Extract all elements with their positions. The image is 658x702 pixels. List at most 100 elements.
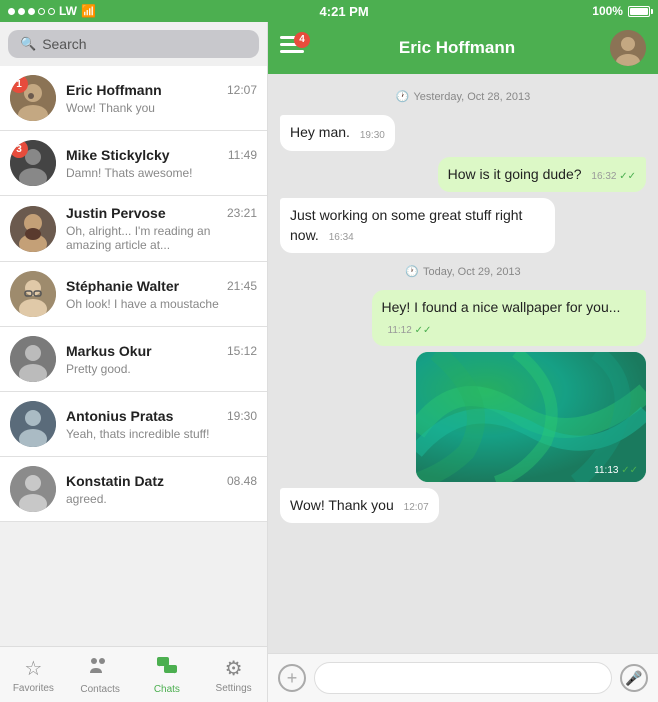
left-tab-bar: ☆ Favorites Contacts: [0, 646, 267, 702]
carrier-label: LW: [59, 4, 77, 18]
message-time: 16:34: [329, 232, 354, 243]
input-bar: + 🎤: [268, 653, 658, 702]
chat-preview: Pretty good.: [66, 362, 257, 376]
dot-2: [18, 8, 25, 15]
avatar: [10, 401, 56, 447]
chat-name-row: Justin Pervose 23:21: [66, 205, 257, 221]
chat-info: Justin Pervose 23:21 Oh, alright... I'm …: [66, 205, 257, 252]
avatar: 3: [10, 140, 56, 186]
signal-dots: [8, 8, 55, 15]
wifi-icon: 📶: [81, 4, 96, 18]
message-time: 12:07: [404, 502, 429, 513]
chat-info: Mike Stickylcky 11:49 Damn! Thats awesom…: [66, 147, 257, 180]
left-panel: 🔍 Search 1 Eric Hoffmann: [0, 22, 268, 702]
chat-name: Antonius Pratas: [66, 408, 173, 424]
tab-favorites[interactable]: ☆ Favorites: [0, 647, 67, 702]
message-text: Hey! I found a nice wallpaper for you...: [382, 299, 621, 315]
dot-5: [48, 8, 55, 15]
chat-name: Stéphanie Walter: [66, 278, 179, 294]
chat-name-row: Eric Hoffmann 12:07: [66, 82, 257, 98]
menu-wrap[interactable]: 4: [280, 36, 304, 61]
message-time: 16:32 ✓✓: [591, 171, 636, 182]
chat-item[interactable]: Stéphanie Walter 21:45 Oh look! I have a…: [0, 262, 267, 327]
clock-icon: 🕐: [396, 90, 410, 103]
message-bubble: How is it going dude? 16:32 ✓✓: [438, 157, 646, 193]
chat-header-name: Eric Hoffmann: [399, 38, 515, 58]
message-input[interactable]: [314, 662, 612, 694]
chat-item[interactable]: Justin Pervose 23:21 Oh, alright... I'm …: [0, 196, 267, 262]
status-bar: LW 📶 4:21 PM 100%: [0, 0, 658, 22]
avatar: [10, 271, 56, 317]
search-label: Search: [42, 36, 86, 52]
chat-info: Eric Hoffmann 12:07 Wow! Thank you: [66, 82, 257, 115]
chat-name: Eric Hoffmann: [66, 82, 162, 98]
tab-contacts-label: Contacts: [80, 684, 119, 695]
status-left: LW 📶: [8, 4, 96, 18]
plus-icon: +: [287, 668, 298, 689]
image-time: 11:13 ✓✓: [594, 465, 638, 476]
chats-icon: [156, 655, 178, 682]
chat-time: 11:49: [228, 148, 257, 162]
tab-contacts[interactable]: Contacts: [67, 647, 134, 702]
dot-3: [28, 8, 35, 15]
image-content: 11:13 ✓✓: [416, 352, 646, 482]
chat-name: Markus Okur: [66, 343, 152, 359]
tab-chats-label: Chats: [154, 684, 180, 695]
date-divider-1: 🕐 Yesterday, Oct 28, 2013: [280, 90, 646, 103]
battery-icon: [628, 6, 650, 17]
message-row: Hey! I found a nice wallpaper for you...…: [280, 290, 646, 345]
chat-preview: Oh look! I have a moustache: [66, 297, 257, 311]
message-text: Just working on some great stuff right n…: [290, 207, 522, 243]
message-row: How is it going dude? 16:32 ✓✓: [280, 157, 646, 193]
chat-item[interactable]: Markus Okur 15:12 Pretty good.: [0, 327, 267, 392]
message-bubble: Hey man. 19:30: [280, 115, 395, 151]
avatar-svg-4: [10, 271, 56, 317]
chat-info: Markus Okur 15:12 Pretty good.: [66, 343, 257, 376]
chat-list: 1 Eric Hoffmann 12:07 Wow! Thank you: [0, 66, 267, 646]
mic-button[interactable]: 🎤: [620, 664, 648, 692]
right-panel: 4 Eric Hoffmann 🕐 Yesterday, Oct 28, 201…: [268, 22, 658, 702]
checkmarks: ✓✓: [619, 171, 636, 182]
message-time: 11:12 ✓✓: [388, 325, 432, 336]
message-row: 11:13 ✓✓: [280, 352, 646, 482]
time-label: 4:21 PM: [320, 4, 369, 19]
chat-preview: Damn! Thats awesome!: [66, 166, 257, 180]
search-bar[interactable]: 🔍 Search: [8, 30, 259, 58]
main-content: 🔍 Search 1 Eric Hoffmann: [0, 22, 658, 702]
message-bubble: Just working on some great stuff right n…: [280, 198, 555, 253]
chat-name: Justin Pervose: [66, 205, 166, 221]
tab-settings[interactable]: ⚙ Settings: [200, 647, 267, 702]
chat-name-row: Konstatin Datz 08.48: [66, 473, 257, 489]
chat-preview: Wow! Thank you: [66, 101, 257, 115]
favorites-icon: ☆: [24, 656, 42, 681]
checkmarks: ✓✓: [621, 465, 638, 476]
avatar: 1: [10, 75, 56, 121]
date-label-1: Yesterday, Oct 28, 2013: [413, 91, 530, 103]
contacts-icon: [89, 655, 111, 682]
chat-item[interactable]: Konstatin Datz 08.48 agreed.: [0, 457, 267, 522]
chat-item[interactable]: 3 Mike Stickylcky 11:49 Damn! Thats awes…: [0, 131, 267, 196]
chat-name-row: Antonius Pratas 19:30: [66, 408, 257, 424]
clock-icon-2: 🕐: [405, 265, 419, 278]
chat-info: Konstatin Datz 08.48 agreed.: [66, 473, 257, 506]
chat-name-row: Stéphanie Walter 21:45: [66, 278, 257, 294]
battery-label: 100%: [592, 4, 623, 18]
image-bubble: 11:13 ✓✓: [416, 352, 646, 482]
chat-item[interactable]: Antonius Pratas 19:30 Yeah, thats incred…: [0, 392, 267, 457]
chat-item[interactable]: 1 Eric Hoffmann 12:07 Wow! Thank you: [0, 66, 267, 131]
avatar-svg-7: [10, 466, 56, 512]
menu-badge: 4: [294, 32, 310, 48]
chat-info: Stéphanie Walter 21:45 Oh look! I have a…: [66, 278, 257, 311]
dot-1: [8, 8, 15, 15]
chat-info: Antonius Pratas 19:30 Yeah, thats incred…: [66, 408, 257, 441]
chat-preview: agreed.: [66, 492, 257, 506]
tab-chats[interactable]: Chats: [134, 647, 201, 702]
add-button[interactable]: +: [278, 664, 306, 692]
chat-time: 19:30: [227, 409, 257, 423]
chat-time: 23:21: [227, 206, 257, 220]
message-row: Hey man. 19:30: [280, 115, 646, 151]
tab-favorites-label: Favorites: [13, 683, 54, 694]
message-text: Wow! Thank you: [290, 497, 394, 513]
avatar: [10, 206, 56, 252]
date-label-2: Today, Oct 29, 2013: [423, 266, 521, 278]
